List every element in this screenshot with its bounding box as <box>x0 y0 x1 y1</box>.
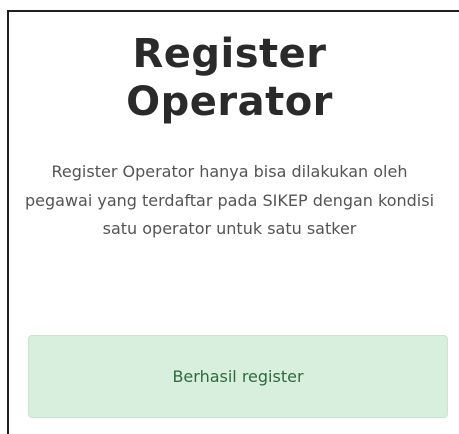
success-alert-message: Berhasil register <box>172 367 304 386</box>
page-title: Register Operator <box>126 31 333 125</box>
success-alert: Berhasil register <box>28 335 448 418</box>
page-description: Register Operator hanya bisa dilakukan o… <box>24 162 435 238</box>
register-operator-page: Register Operator Register Operator hany… <box>0 0 459 434</box>
